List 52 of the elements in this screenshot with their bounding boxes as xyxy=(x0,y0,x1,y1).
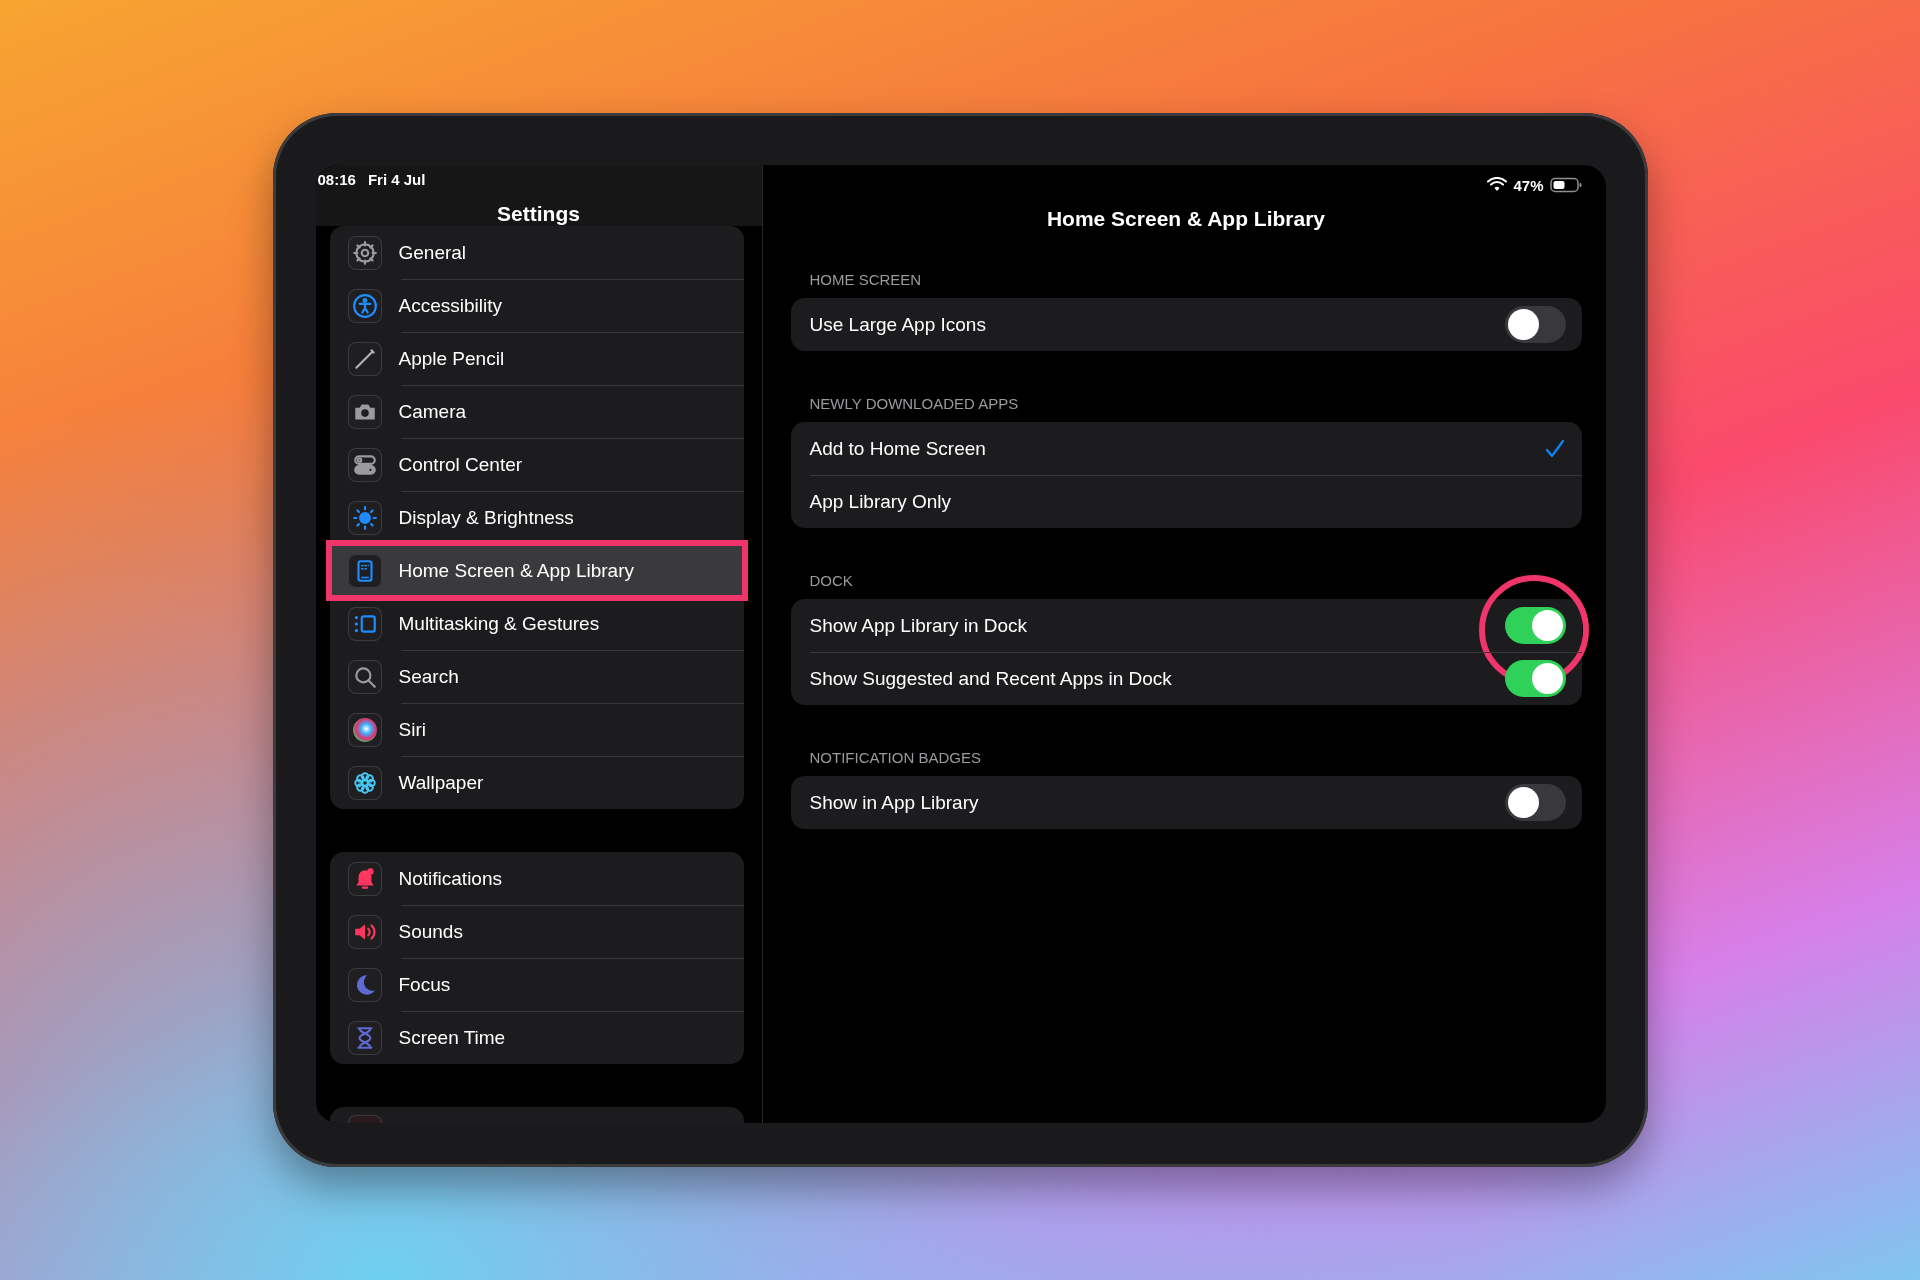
toggle-switch[interactable] xyxy=(1504,784,1566,821)
page-title: Home Screen & App Library xyxy=(1046,207,1326,231)
sidebar-item[interactable]: General xyxy=(329,226,744,279)
option-row[interactable]: App Library Only xyxy=(790,475,1582,528)
sidebar-item[interactable]: Control Center xyxy=(329,438,744,491)
section-header: HOME SCREEN xyxy=(808,271,923,288)
sidebar-item[interactable]: Multitasking & Gestures xyxy=(329,597,744,650)
sidebar-item-label: Sounds xyxy=(398,920,463,943)
sidebar-item-label: Home Screen & App Library xyxy=(398,559,634,582)
wifi-icon xyxy=(1487,177,1508,193)
sidebar-item[interactable]: Display & Brightness xyxy=(329,491,744,544)
sidebar-item[interactable]: Accessibility xyxy=(329,279,744,332)
sidebar-item[interactable]: Notifications xyxy=(329,852,744,905)
status-date: Fri 4 Jul xyxy=(367,171,426,188)
setting-label: Show Suggested and Recent Apps in Dock xyxy=(809,667,1172,690)
sidebar-item[interactable]: Camera xyxy=(329,385,744,438)
sidebar-title: Settings xyxy=(497,202,580,226)
sidebar-item-label: Camera xyxy=(398,400,467,423)
status-time: 08:16 xyxy=(317,171,356,188)
setting-label: Show in App Library xyxy=(809,791,979,814)
option-label: App Library Only xyxy=(809,490,951,513)
sidebar-item[interactable]: Search xyxy=(329,650,744,703)
sidebar-item-label: Screen Time xyxy=(398,1026,506,1049)
sidebar-item[interactable]: Focus xyxy=(329,958,744,1011)
option-row[interactable]: Add to Home Screen xyxy=(790,422,1582,475)
sidebar-item-label: Multitasking & Gestures xyxy=(398,612,600,635)
section-header: DOCK xyxy=(808,572,854,589)
option-label: Add to Home Screen xyxy=(809,437,986,460)
sidebar-item[interactable]: Screen Time xyxy=(329,1011,744,1064)
sidebar-item-label: Siri xyxy=(398,718,426,741)
battery-icon xyxy=(1549,177,1582,193)
section-header: NEWLY DOWNLOADED APPS xyxy=(808,395,1020,412)
sidebar-item-label: General xyxy=(398,241,467,264)
sidebar-item[interactable]: Sounds xyxy=(329,905,744,958)
sidebar-item-label: Display & Brightness xyxy=(398,506,574,529)
sidebar-item-label: Wallpaper xyxy=(398,771,484,794)
sidebar-item[interactable]: Wallpaper xyxy=(329,756,744,809)
sidebar-item-label: Notifications xyxy=(398,867,502,890)
sidebar-item-label: Control Center xyxy=(398,453,523,476)
sidebar-item[interactable]: Apple Pencil xyxy=(329,332,744,385)
section-header: NOTIFICATION BADGES xyxy=(808,749,982,766)
toggle-switch[interactable] xyxy=(1504,306,1566,343)
sidebar-item[interactable]: Siri xyxy=(329,703,744,756)
sidebar-item-label: Apple Pencil xyxy=(398,347,505,370)
battery-percent: 47% xyxy=(1513,176,1544,194)
setting-label: Show App Library in Dock xyxy=(809,614,1028,637)
setting-label: Use Large App Icons xyxy=(809,313,986,336)
sidebar-item-label: Search xyxy=(398,665,459,688)
toggle-switch[interactable] xyxy=(1504,607,1566,644)
sidebar-item-label: Accessibility xyxy=(398,294,502,317)
toggle-switch[interactable] xyxy=(1504,660,1566,697)
sidebar-item-label: Focus xyxy=(398,973,451,996)
